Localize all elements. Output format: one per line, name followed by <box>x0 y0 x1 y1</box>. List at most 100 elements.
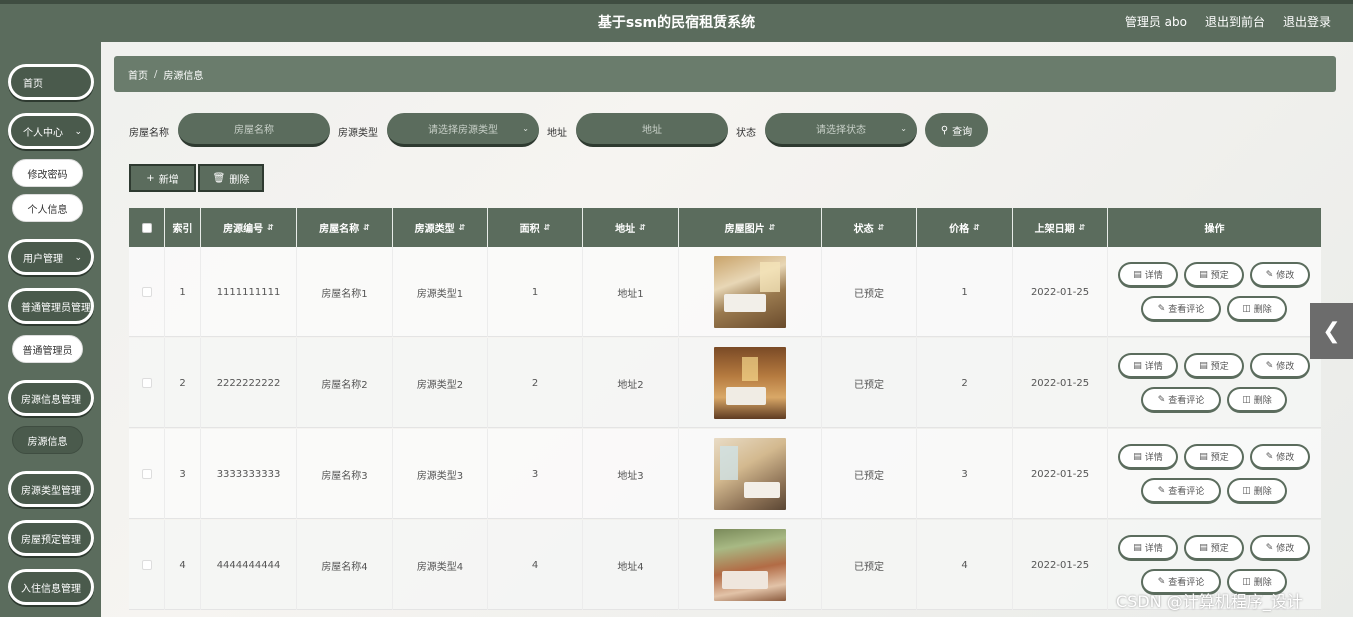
sidebar-item-admin-mgmt[interactable]: 普通管理员管理 <box>8 288 94 324</box>
area-cell: 3 <box>488 429 583 519</box>
house-type-select[interactable]: 请选择房源类型 ⌄ <box>387 113 539 147</box>
sort-icon[interactable]: ⇵ <box>1079 223 1086 232</box>
delete-button[interactable]: ◫ 删除 <box>1227 296 1287 322</box>
edit-label: 修改 <box>1276 362 1295 372</box>
book-button[interactable]: ▤ 预定 <box>1184 353 1244 379</box>
edit-button[interactable]: ✎ 修改 <box>1250 353 1310 379</box>
delete-label: 删除 <box>1253 487 1272 497</box>
search-button[interactable]: ⚲ 查询 <box>925 113 988 147</box>
add-button-label: 新增 <box>158 174 179 186</box>
sidebar-item-change-password[interactable]: 修改密码 <box>12 159 83 187</box>
detail-button[interactable]: ▤ 详情 <box>1118 444 1178 470</box>
row-checkbox[interactable] <box>141 378 152 388</box>
detail-button[interactable]: ▤ 详情 <box>1118 353 1178 379</box>
column-header-label: 面积 <box>519 224 540 235</box>
sidebar-item-booking-mgmt[interactable]: 房屋预定管理 <box>8 520 94 556</box>
delete-button[interactable]: ◫ 删除 <box>1227 478 1287 504</box>
status-label: 状态 <box>736 128 756 139</box>
table-row: 3 3333333333 房屋名称3 房源类型3 3 地址3 已预定 3 202… <box>129 429 1321 519</box>
detail-label: 详情 <box>1144 271 1163 281</box>
address-placeholder: 地址 <box>642 125 662 136</box>
sort-icon[interactable]: ⇵ <box>878 223 885 232</box>
front-link[interactable]: 退出到前台 <box>1205 13 1265 30</box>
edit-button[interactable]: ✎ 修改 <box>1250 444 1310 470</box>
column-header-label: 操作 <box>1204 224 1225 235</box>
column-header[interactable]: 面积 ⇵ <box>488 208 583 247</box>
edit-button[interactable]: ✎ 修改 <box>1250 262 1310 288</box>
pencil-icon: ✎ <box>1265 269 1274 280</box>
column-header[interactable]: 房屋图片 ⇵ <box>679 208 822 247</box>
sidebar-item-personal-info[interactable]: 个人信息 <box>12 194 83 222</box>
house-photo[interactable] <box>714 529 786 601</box>
column-header[interactable]: 状态 ⇵ <box>822 208 917 247</box>
column-header[interactable]: 房源编号 ⇵ <box>201 208 297 247</box>
sidebar-item-house-type-mgmt[interactable]: 房源类型管理 <box>8 471 94 507</box>
house-name-input[interactable]: 房屋名称 <box>178 113 330 147</box>
book-button[interactable]: ▤ 预定 <box>1184 535 1244 561</box>
user-name: 管理员 abo <box>1124 15 1187 29</box>
batch-delete-button[interactable]: 🗑 删除 <box>198 164 264 192</box>
row-checkbox[interactable] <box>141 560 152 570</box>
house-photo[interactable] <box>714 347 786 419</box>
status-cell: 已预定 <box>822 520 917 610</box>
name-cell: 房屋名称1 <box>297 247 393 337</box>
type-cell: 房源类型1 <box>393 247 488 337</box>
logout-link[interactable]: 退出登录 <box>1283 13 1331 30</box>
book-button[interactable]: ▤ 预定 <box>1184 262 1244 288</box>
select-all-cell <box>129 208 165 247</box>
house-photo[interactable] <box>714 256 786 328</box>
pencil-icon: ✎ <box>1157 394 1166 405</box>
column-header[interactable]: 地址 ⇵ <box>583 208 679 247</box>
sort-icon[interactable]: ⇵ <box>639 223 646 232</box>
delete-button[interactable]: ◫ 删除 <box>1227 387 1287 413</box>
sidebar-item-admin[interactable]: 普通管理员 <box>12 335 83 363</box>
column-header[interactable]: 房屋名称 ⇵ <box>297 208 393 247</box>
trash-icon: ◫ <box>1242 485 1251 496</box>
name-cell: 房屋名称2 <box>297 338 393 428</box>
edit-button[interactable]: ✎ 修改 <box>1250 535 1310 561</box>
sidebar-item-label: 入住信息管理 <box>21 583 81 595</box>
house-photo[interactable] <box>714 438 786 510</box>
document-icon: ▤ <box>1199 269 1208 280</box>
document-icon: ▤ <box>1133 360 1142 371</box>
address-input[interactable]: 地址 <box>576 113 728 147</box>
sort-icon[interactable]: ⇵ <box>459 223 466 232</box>
sidebar-item-personal-center[interactable]: 个人中心 ⌄ <box>8 113 94 149</box>
sidebar-item-checkin-mgmt[interactable]: 入住信息管理 <box>8 569 94 605</box>
row-checkbox[interactable] <box>141 287 152 297</box>
detail-button[interactable]: ▤ 详情 <box>1118 262 1178 288</box>
column-header[interactable]: 价格 ⇵ <box>917 208 1013 247</box>
column-header-label: 地址 <box>615 224 636 235</box>
sort-icon[interactable]: ⇵ <box>544 223 551 232</box>
type-cell: 房源类型2 <box>393 338 488 428</box>
status-select[interactable]: 请选择状态 ⌄ <box>765 113 917 147</box>
operations-cell: ▤ 详情 ▤ 预定 ✎ 修改 ✎ 查看评论 ◫ 删除 <box>1108 338 1321 428</box>
house-type-placeholder: 请选择房源类型 <box>428 125 498 136</box>
document-icon: ▤ <box>1199 451 1208 462</box>
sort-icon[interactable]: ⇵ <box>363 223 370 232</box>
breadcrumb-home[interactable]: 首页 <box>128 67 148 82</box>
sort-icon[interactable]: ⇵ <box>973 223 980 232</box>
sort-icon[interactable]: ⇵ <box>769 223 776 232</box>
select-all-checkbox[interactable] <box>141 222 152 233</box>
sidebar-item-label: 普通管理员管理 <box>21 302 91 314</box>
detail-button[interactable]: ▤ 详情 <box>1118 535 1178 561</box>
view-comments-button[interactable]: ✎ 查看评论 <box>1141 296 1221 322</box>
view-comments-button[interactable]: ✎ 查看评论 <box>1141 387 1221 413</box>
sidebar-item-user-mgmt[interactable]: 用户管理 ⌄ <box>8 239 94 275</box>
row-checkbox[interactable] <box>141 469 152 479</box>
column-header[interactable]: 上架日期 ⇵ <box>1013 208 1108 247</box>
book-button[interactable]: ▤ 预定 <box>1184 444 1244 470</box>
column-header[interactable]: 房源类型 ⇵ <box>393 208 488 247</box>
address-cell: 地址1 <box>583 247 679 337</box>
sidebar-item-house-info[interactable]: 房源信息 <box>12 426 83 454</box>
add-button[interactable]: + 新增 <box>129 164 196 192</box>
sidebar-item-house-info-mgmt[interactable]: 房源信息管理 <box>8 380 94 416</box>
view-comments-button[interactable]: ✎ 查看评论 <box>1141 478 1221 504</box>
sidebar-item-home[interactable]: 首页 <box>8 64 94 100</box>
chevron-down-icon: ⌄ <box>74 127 82 137</box>
sort-icon[interactable]: ⇵ <box>267 223 274 232</box>
document-icon: ▤ <box>1133 269 1142 280</box>
chevron-left-icon[interactable]: ❮ <box>1310 303 1353 359</box>
column-header: 索引 <box>165 208 201 247</box>
